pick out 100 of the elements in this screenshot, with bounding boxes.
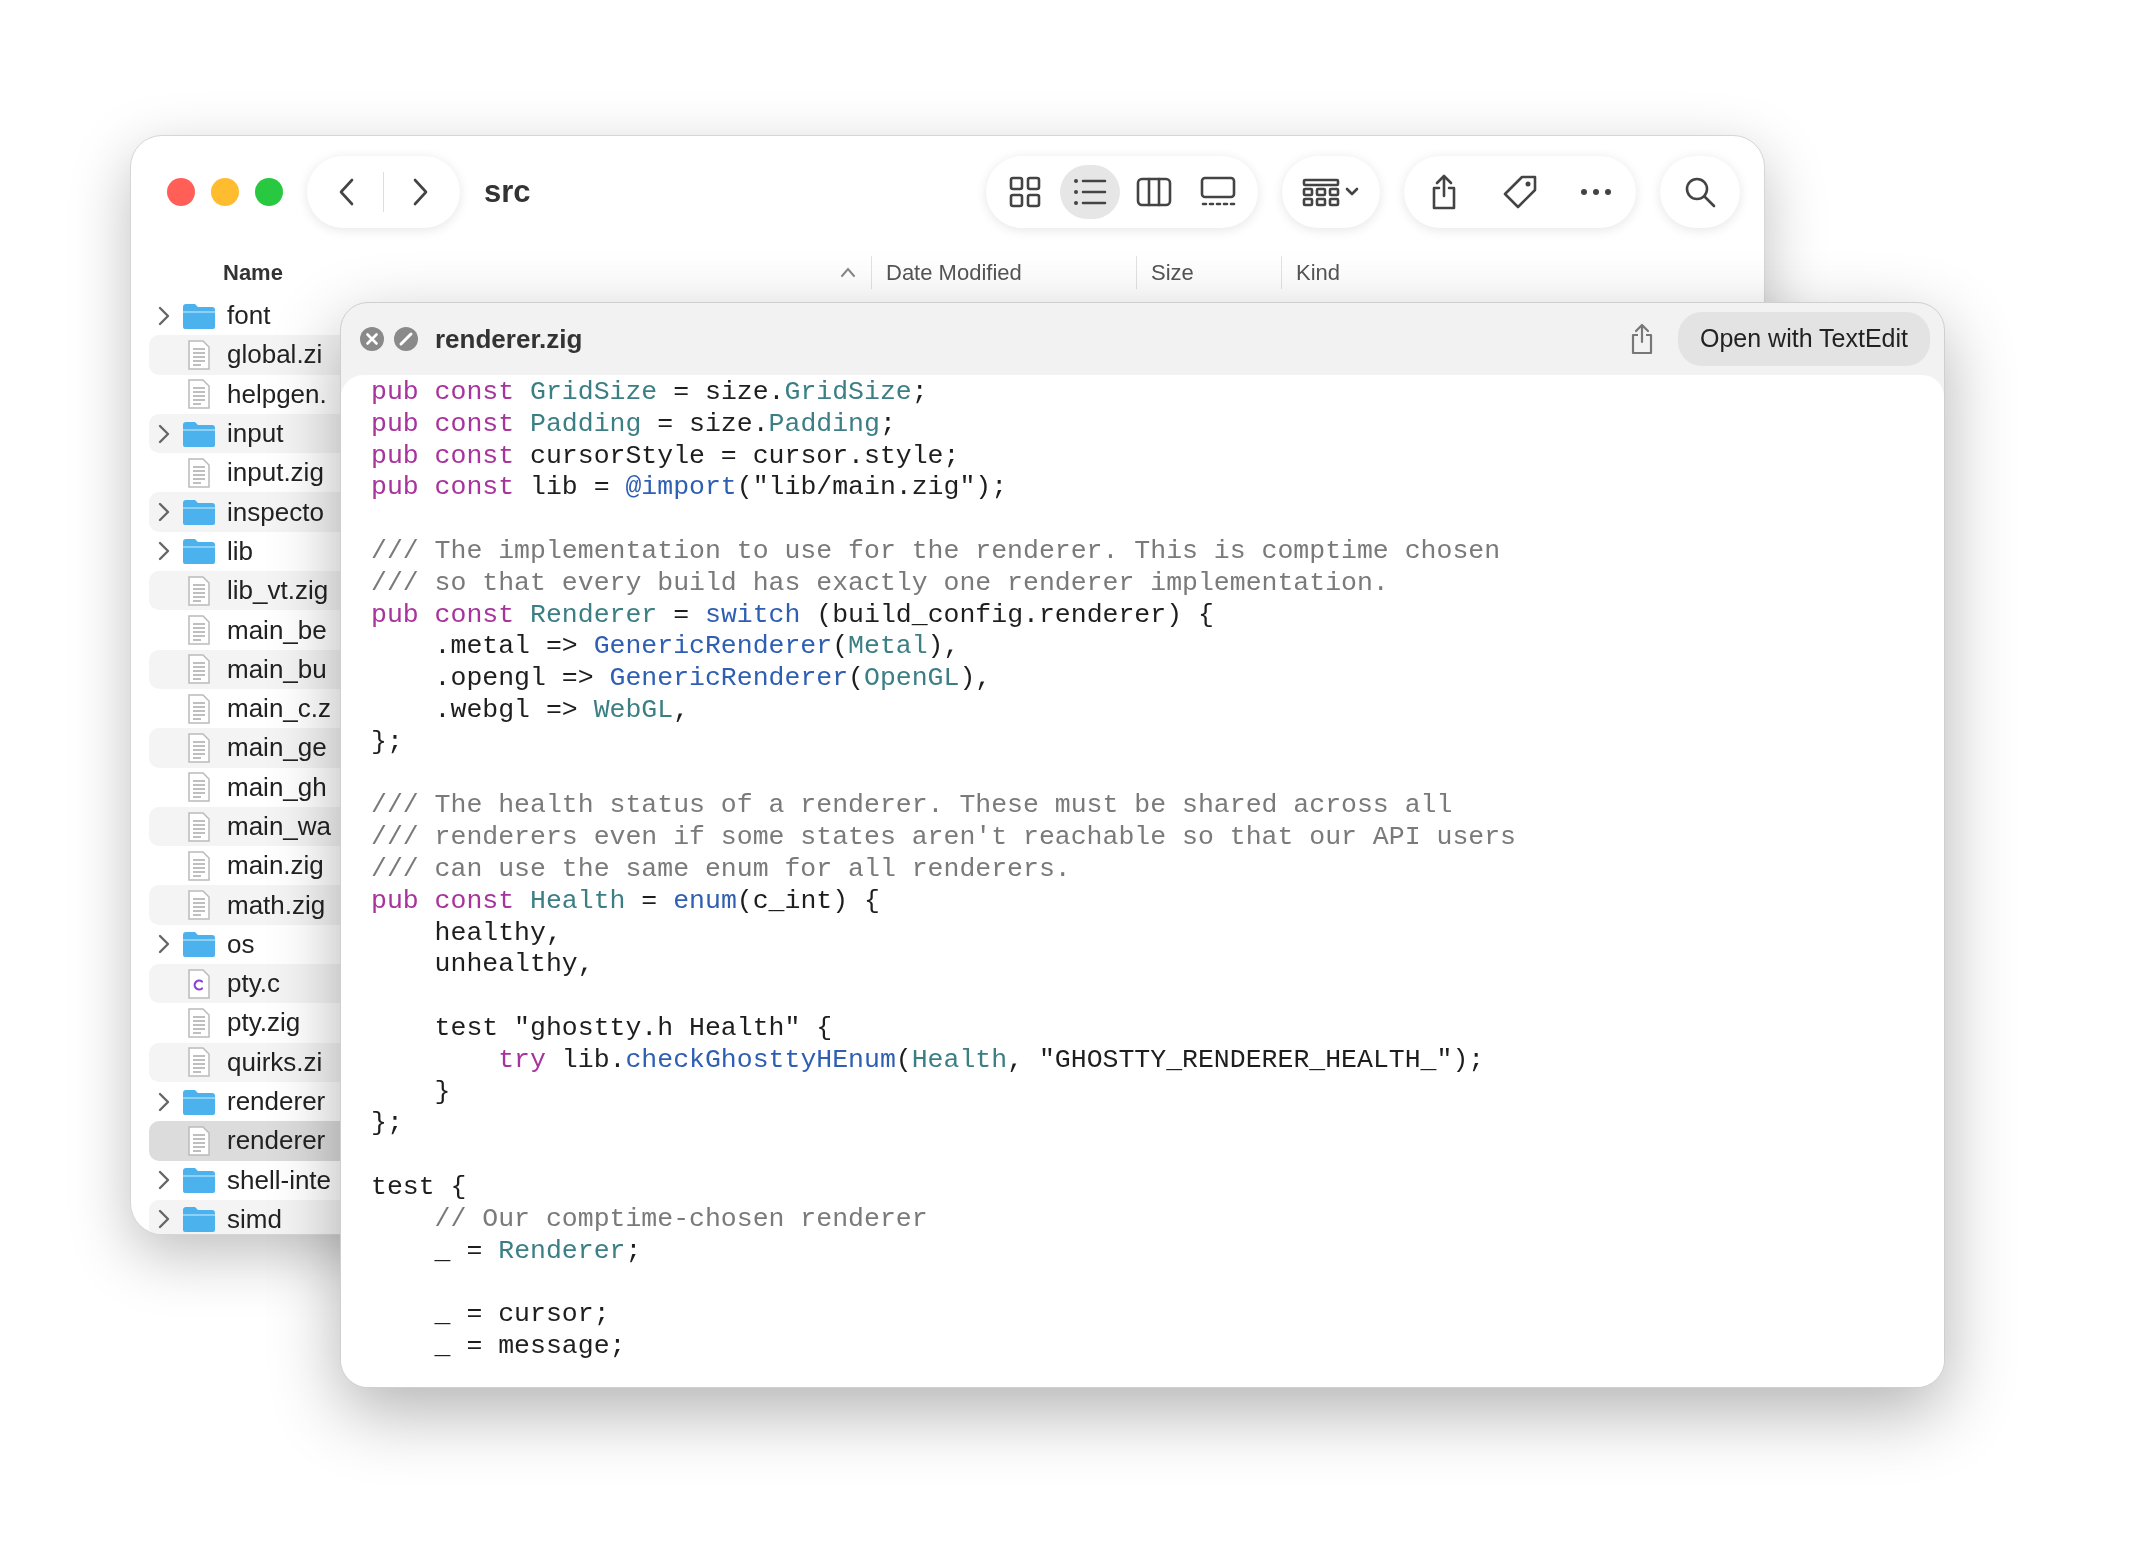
file-row[interactable]: main_bu	[149, 649, 340, 689]
document-icon	[187, 890, 211, 921]
file-name: lib	[227, 534, 253, 568]
c-file-icon	[187, 968, 211, 999]
file-name: main_be	[227, 613, 327, 647]
close-icon	[359, 326, 385, 352]
document-icon	[187, 850, 211, 881]
file-row[interactable]: main_gh	[149, 767, 340, 807]
tag-icon	[1502, 174, 1538, 210]
file-row[interactable]: math.zig	[149, 885, 340, 925]
file-name: shell-inte	[227, 1163, 332, 1197]
file-name: os	[227, 927, 255, 961]
chevron-icon[interactable]	[158, 1209, 170, 1230]
folder-icon	[181, 537, 217, 566]
close-button[interactable]	[359, 326, 385, 352]
code-line: }	[433, 1076, 452, 1109]
open-with-button[interactable]: Open with TextEdit	[1678, 312, 1930, 366]
code-line: /// renderers even if some states aren't reachable so that our API users	[371, 822, 1517, 854]
file-row[interactable]: main_wa	[149, 806, 340, 847]
chevron-icon[interactable]	[158, 541, 170, 562]
code-line: .webgl => WebGL,	[433, 694, 691, 727]
document-icon	[187, 732, 211, 763]
document-icon	[187, 615, 211, 645]
code-line: .metal => GenericRenderer(Metal),	[433, 631, 961, 664]
document-icon	[187, 1125, 211, 1156]
file-row[interactable]: main.zig	[149, 846, 340, 886]
code-line: };	[371, 726, 404, 759]
code-line: _ = Renderer;	[433, 1235, 643, 1268]
folder-icon	[181, 1166, 217, 1195]
document-icon	[187, 693, 211, 724]
chevron-icon[interactable]	[158, 1091, 170, 1112]
file-name: renderer	[227, 1085, 326, 1119]
file-row[interactable]: simd	[149, 1199, 340, 1234]
file-name: inspecto	[227, 495, 324, 529]
chevron-icon[interactable]	[158, 502, 170, 523]
file-name: main.zig	[227, 849, 324, 883]
folder-icon	[181, 419, 217, 448]
file-row[interactable]: pty.c	[149, 964, 340, 1004]
document-icon	[187, 1008, 211, 1038]
file-row[interactable]: input	[149, 413, 340, 454]
chevron-icon[interactable]	[158, 423, 170, 444]
file-row[interactable]: lib_vt.zig	[149, 571, 340, 611]
file-row[interactable]: main_be	[149, 610, 340, 650]
file-name: helpgen.	[227, 377, 327, 411]
folder-icon	[181, 301, 217, 330]
code-line: test {	[371, 1171, 468, 1204]
file-row[interactable]: font	[149, 296, 340, 336]
folder-icon	[181, 1205, 217, 1234]
chevron-icon[interactable]	[158, 934, 170, 955]
folder-icon	[181, 930, 217, 959]
file-name: main_gh	[227, 770, 327, 804]
file-name: simd	[227, 1202, 282, 1234]
code-line: _ = message;	[433, 1330, 627, 1363]
file-name: main_wa	[227, 810, 332, 843]
file-row[interactable]: global.zi	[149, 335, 340, 375]
file-row[interactable]: renderer	[149, 1121, 340, 1161]
file-row[interactable]: lib	[149, 531, 340, 572]
file-row[interactable]: main_c.z	[149, 688, 340, 729]
window-title: src	[484, 172, 531, 211]
file-name: quirks.zi	[227, 1045, 323, 1079]
document-icon	[187, 575, 211, 606]
file-name: main_ge	[227, 731, 327, 765]
column-header[interactable]: Size	[1151, 255, 1194, 289]
file-row[interactable]: helpgen.	[149, 374, 340, 414]
code-line: /// The implementation to use for the renderer. This is comptime chosen	[371, 536, 1502, 568]
document-icon	[187, 654, 211, 685]
file-row[interactable]: pty.zig	[149, 1003, 340, 1043]
column-header[interactable]: Date Modified	[886, 255, 1022, 289]
file-row[interactable]: input.zig	[149, 453, 340, 493]
file-row[interactable]: main_ge	[149, 728, 340, 768]
chevron-icon[interactable]	[158, 305, 170, 326]
group-grid-icon	[1302, 177, 1360, 207]
column-header[interactable]: Kind	[1296, 255, 1341, 289]
view-button[interactable]	[1060, 165, 1120, 219]
code-line: pub const GridSize = size.GridSize;	[371, 377, 929, 409]
file-title: renderer.zig	[435, 322, 583, 356]
chevron-icon[interactable]	[158, 1170, 170, 1191]
file-name: global.zi	[227, 338, 323, 372]
file-name: main_c.z	[227, 692, 332, 726]
code-line: /// can use the same enum for all renderers.	[371, 853, 1072, 886]
code-line: pub const cursorStyle = cursor.style;	[371, 440, 961, 473]
name-column-header[interactable]: Name	[223, 255, 283, 289]
file-row[interactable]: renderer	[149, 1081, 340, 1122]
close-button[interactable]	[167, 178, 195, 206]
file-row[interactable]: os	[149, 924, 340, 965]
file-name: font	[227, 299, 271, 333]
code-line: /// so that every build has exactly one renderer implementation.	[371, 567, 1390, 600]
document-icon	[187, 811, 211, 842]
file-row[interactable]: quirks.zi	[149, 1042, 340, 1082]
document-icon	[187, 772, 211, 803]
document-icon	[187, 457, 211, 488]
code-line: unhealthy,	[433, 949, 595, 982]
file-name: renderer	[227, 1124, 326, 1158]
file-row[interactable]: inspecto	[149, 492, 340, 532]
file-row[interactable]: shell-inte	[149, 1160, 340, 1200]
code-line: /// The health status of a renderer. These must be shared across all	[371, 790, 1454, 823]
folder-icon	[181, 498, 217, 527]
file-name: math.zig	[227, 888, 326, 922]
file-name: input.zig	[227, 456, 324, 490]
folder-icon	[181, 1087, 217, 1116]
